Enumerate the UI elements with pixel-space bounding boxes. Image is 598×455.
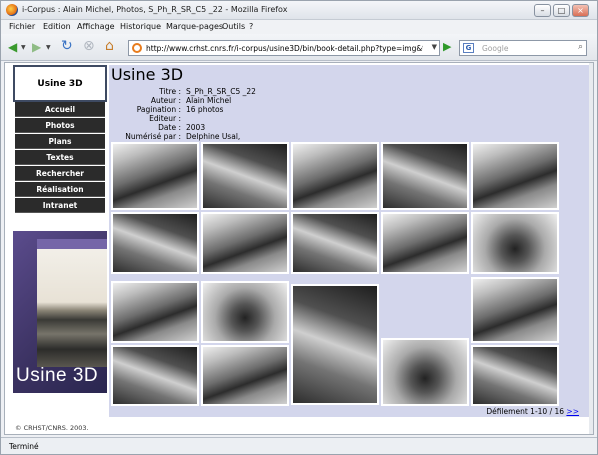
photo-thumbnail[interactable] xyxy=(381,338,469,406)
photo-thumbnail[interactable] xyxy=(471,142,559,210)
site-logo[interactable]: Usine 3D xyxy=(13,65,107,102)
sidebar-item-accueil[interactable]: Accueil xyxy=(15,102,105,117)
status-bar: Terminé xyxy=(1,437,597,454)
status-text: Terminé xyxy=(9,442,39,451)
menu-historique[interactable]: Historique xyxy=(120,22,161,31)
photo-thumbnail[interactable] xyxy=(201,345,289,406)
page-content: Usine 3D Accueil Photos Plans Textes Rec… xyxy=(4,62,594,435)
photo-thumbnail[interactable] xyxy=(111,212,199,274)
url-dropdown-icon[interactable]: ▼ xyxy=(432,43,437,51)
sidebar-item-photos[interactable]: Photos xyxy=(15,118,105,133)
photo-thumbnail[interactable] xyxy=(201,281,289,343)
window-title: i-Corpus : Alain Michel, Photos, S_Ph_R_… xyxy=(22,5,288,14)
menu-marque-pages[interactable]: Marque-pages xyxy=(166,22,223,31)
home-icon[interactable]: ⌂ xyxy=(105,38,114,54)
sidebar-item-plans[interactable]: Plans xyxy=(15,134,105,149)
forward-icon[interactable]: ▶ xyxy=(32,39,41,55)
meta-value: Delphine Usal, xyxy=(186,132,241,141)
promo-title: Usine 3D xyxy=(16,365,99,386)
promo-stripe xyxy=(37,239,107,249)
photo-thumbnail[interactable] xyxy=(381,142,469,210)
promo-photo xyxy=(37,249,107,367)
back-dropdown-icon[interactable]: ▼ xyxy=(21,40,26,56)
pagination-label: Défilement 1-10 / 16 xyxy=(486,407,565,416)
scrollbar[interactable] xyxy=(589,63,593,434)
browser-window: i-Corpus : Alain Michel, Photos, S_Ph_R_… xyxy=(0,0,598,455)
photo-thumbnail[interactable] xyxy=(471,345,559,406)
photo-thumbnail[interactable] xyxy=(111,142,199,210)
main-panel: Usine 3D Titre : S_Ph_R_SR_C5 _22 Auteur … xyxy=(109,65,593,417)
site-favicon-icon xyxy=(132,43,142,53)
meta-row: Numérisé par : Delphine Usal, xyxy=(109,132,409,142)
photo-thumbnail[interactable] xyxy=(471,212,559,274)
sidebar-item-textes[interactable]: Textes xyxy=(15,150,105,165)
go-icon[interactable]: ▶ xyxy=(443,39,451,55)
search-box[interactable]: G Google ⌕ xyxy=(459,40,587,56)
next-page-link[interactable]: >> xyxy=(566,407,579,416)
photo-thumbnail[interactable] xyxy=(201,212,289,274)
menu-affichage[interactable]: Affichage xyxy=(77,22,115,31)
title-bar: i-Corpus : Alain Michel, Photos, S_Ph_R_… xyxy=(1,1,597,20)
sidebar: Usine 3D Accueil Photos Plans Textes Rec… xyxy=(13,65,107,405)
photo-thumbnail[interactable] xyxy=(381,212,469,274)
pagination: Défilement 1-10 / 16 >> xyxy=(486,407,579,416)
stop-icon[interactable]: ⊗ xyxy=(83,38,95,54)
menu-outils[interactable]: Outils xyxy=(222,22,245,31)
photo-thumbnail[interactable] xyxy=(291,212,379,274)
forward-dropdown-icon[interactable]: ▼ xyxy=(46,40,51,56)
close-button[interactable]: × xyxy=(572,4,589,17)
menu-bar: Fichier Edition Affichage Historique Mar… xyxy=(1,20,597,34)
back-icon[interactable]: ◀ xyxy=(8,39,17,55)
photo-thumbnail[interactable] xyxy=(111,345,199,406)
reload-icon[interactable]: ↻ xyxy=(61,38,73,54)
search-icon[interactable]: ⌕ xyxy=(578,42,583,52)
menu-edition[interactable]: Edition xyxy=(43,22,71,31)
url-text[interactable]: http://www.crhst.cnrs.fr/i-corpus/usine3… xyxy=(146,44,423,53)
navigation-toolbar: ◀ ▼ ▶ ▼ ↻ ⊗ ⌂ http://www.crhst.cnrs.fr/i… xyxy=(1,34,597,61)
sidebar-item-realisation[interactable]: Réalisation xyxy=(15,182,105,197)
copyright: © CRHST/CNRS. 2003. xyxy=(15,424,89,432)
photo-thumbnail[interactable] xyxy=(111,281,199,343)
minimize-button[interactable]: – xyxy=(534,4,551,17)
photo-thumbnail[interactable] xyxy=(291,142,379,210)
menu-fichier[interactable]: Fichier xyxy=(9,22,35,31)
photo-thumbnail[interactable] xyxy=(291,284,379,405)
promo-image: Usine 3D xyxy=(13,231,107,393)
photo-thumbnail[interactable] xyxy=(201,142,289,210)
meta-label: Numérisé par : xyxy=(125,132,181,141)
search-placeholder[interactable]: Google xyxy=(482,44,508,53)
menu-help[interactable]: ? xyxy=(249,22,253,31)
sidebar-item-rechercher[interactable]: Rechercher xyxy=(15,166,105,181)
page-title: Usine 3D xyxy=(111,65,184,84)
firefox-icon xyxy=(6,4,18,16)
maximize-button[interactable]: □ xyxy=(553,4,570,17)
address-bar[interactable]: http://www.crhst.cnrs.fr/i-corpus/usine3… xyxy=(128,40,440,56)
photo-thumbnail[interactable] xyxy=(471,277,559,343)
sidebar-item-intranet[interactable]: Intranet xyxy=(15,198,105,213)
search-engine-icon[interactable]: G xyxy=(463,43,474,53)
